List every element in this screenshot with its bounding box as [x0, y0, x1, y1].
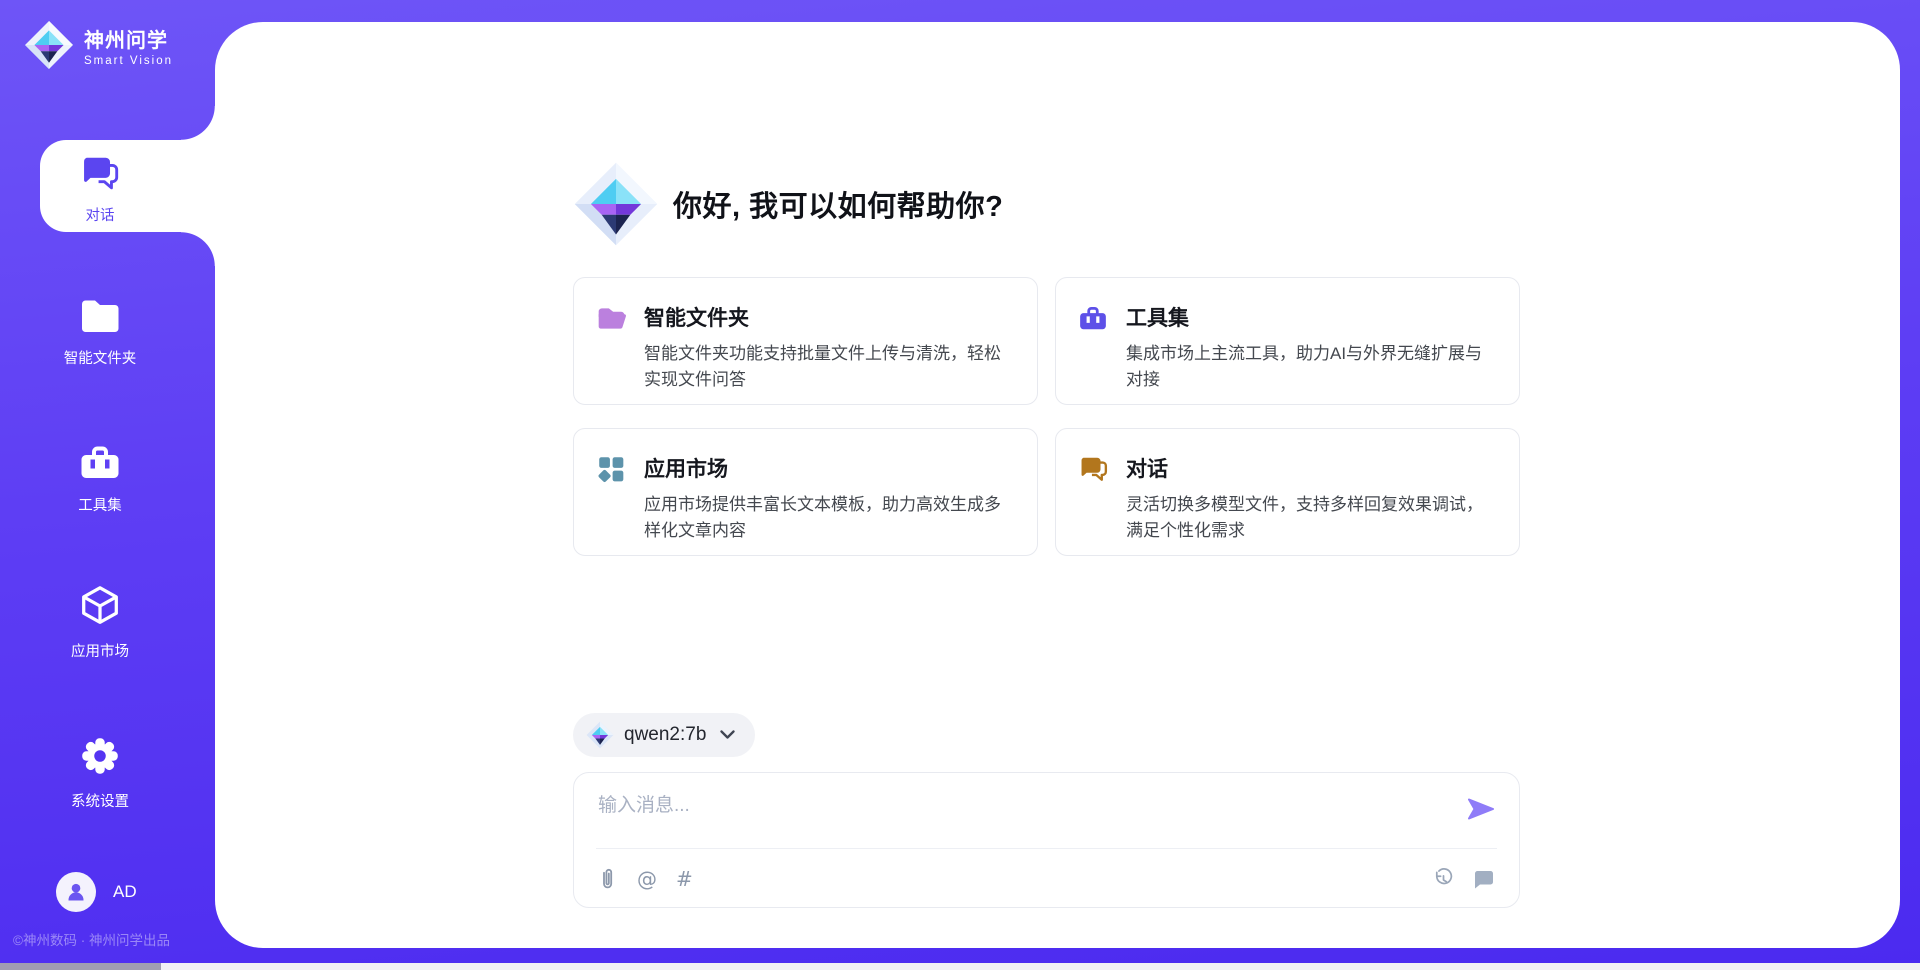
mention-button[interactable]: @ [637, 867, 657, 891]
toolbox-icon [1078, 303, 1108, 333]
message-input[interactable] [598, 789, 1445, 823]
sidebar-item-app-market[interactable]: 应用市场 [0, 583, 215, 661]
card-title: 智能文件夹 [644, 302, 1013, 332]
folder-icon [78, 296, 122, 336]
card-title: 工具集 [1126, 302, 1495, 332]
greeting: 你好, 我可以如何帮助你? [573, 161, 1003, 247]
app-grid-icon [596, 454, 626, 484]
sidebar-item-smart-folder[interactable]: 智能文件夹 [0, 296, 215, 368]
chat-bubble-icon [1473, 869, 1495, 890]
sidebar-item-label: 工具集 [78, 494, 122, 515]
chat-bubbles-icon [79, 153, 121, 195]
card-app-market[interactable]: 应用市场 应用市场提供丰富长文本模板，助力高效生成多样化文章内容 [573, 428, 1038, 556]
folder-open-icon [596, 303, 626, 333]
model-name: qwen2:7b [624, 724, 706, 746]
send-button[interactable] [1465, 795, 1495, 823]
sidebar-item-label: 系统设置 [71, 790, 129, 811]
paperclip-icon [596, 867, 618, 891]
chevron-down-icon [720, 730, 735, 740]
card-title: 对话 [1126, 453, 1495, 483]
avatar [56, 872, 96, 912]
at-icon: @ [637, 867, 657, 891]
composer-divider [596, 848, 1497, 849]
chat-bubbles-icon [1078, 454, 1108, 484]
brand: 神州问学 Smart Vision [24, 20, 173, 70]
sidebar-item-label: 智能文件夹 [64, 347, 137, 368]
card-description: 灵活切换多模型文件，支持多样回复效果调试，满足个性化需求 [1126, 492, 1495, 545]
main-panel: 你好, 我可以如何帮助你? 智能文件夹 智能文件夹功能支持批量文件上传与清洗，轻… [215, 22, 1900, 948]
toolbox-icon [78, 441, 122, 483]
brand-name: 神州问学 [84, 24, 173, 53]
sidebar: 神州问学 Smart Vision 对话 智能文件夹 [0, 0, 215, 970]
gear-icon [77, 733, 123, 779]
card-title: 应用市场 [644, 453, 1013, 483]
sidebar-item-settings[interactable]: 系统设置 [0, 733, 215, 811]
cube-icon [77, 583, 123, 629]
model-selector[interactable]: qwen2:7b [573, 713, 755, 757]
person-icon [64, 880, 88, 904]
brand-diamond-icon [586, 721, 614, 749]
command-button[interactable]: # [676, 867, 693, 891]
sidebar-item-label: 对话 [86, 204, 115, 225]
card-toolset[interactable]: 工具集 集成市场上主流工具，助力AI与外界无缝扩展与对接 [1055, 277, 1520, 405]
sidebar-item-label: 应用市场 [71, 640, 129, 661]
card-description: 智能文件夹功能支持批量文件上传与清洗，轻松实现文件问答 [644, 341, 1013, 394]
message-composer: @ # [573, 772, 1520, 908]
brand-diamond-icon [24, 20, 74, 70]
sidebar-item-chat[interactable]: 对话 [0, 140, 215, 232]
card-chat[interactable]: 对话 灵活切换多模型文件，支持多样回复效果调试，满足个性化需求 [1055, 428, 1520, 556]
hash-icon: # [676, 867, 693, 891]
feature-cards: 智能文件夹 智能文件夹功能支持批量文件上传与清洗，轻松实现文件问答 工具集 集成… [573, 277, 1520, 556]
horizontal-scrollbar-track [0, 963, 1920, 970]
copyright-text: ©神州数码 · 神州问学出品 [13, 929, 170, 949]
send-icon [1466, 795, 1494, 823]
user-profile[interactable]: AD [56, 872, 137, 912]
horizontal-scrollbar-thumb[interactable] [0, 963, 161, 970]
feedback-button[interactable] [1473, 869, 1495, 890]
history-icon [1432, 868, 1455, 891]
brand-diamond-icon [573, 161, 659, 247]
history-button[interactable] [1432, 868, 1455, 891]
sidebar-item-toolset[interactable]: 工具集 [0, 441, 215, 515]
card-description: 集成市场上主流工具，助力AI与外界无缝扩展与对接 [1126, 341, 1495, 394]
card-description: 应用市场提供丰富长文本模板，助力高效生成多样化文章内容 [644, 492, 1013, 545]
greeting-text: 你好, 我可以如何帮助你? [673, 183, 1003, 225]
user-initials: AD [113, 882, 137, 902]
card-smart-folder[interactable]: 智能文件夹 智能文件夹功能支持批量文件上传与清洗，轻松实现文件问答 [573, 277, 1038, 405]
attach-file-button[interactable] [596, 867, 618, 891]
brand-subtitle: Smart Vision [84, 55, 173, 67]
